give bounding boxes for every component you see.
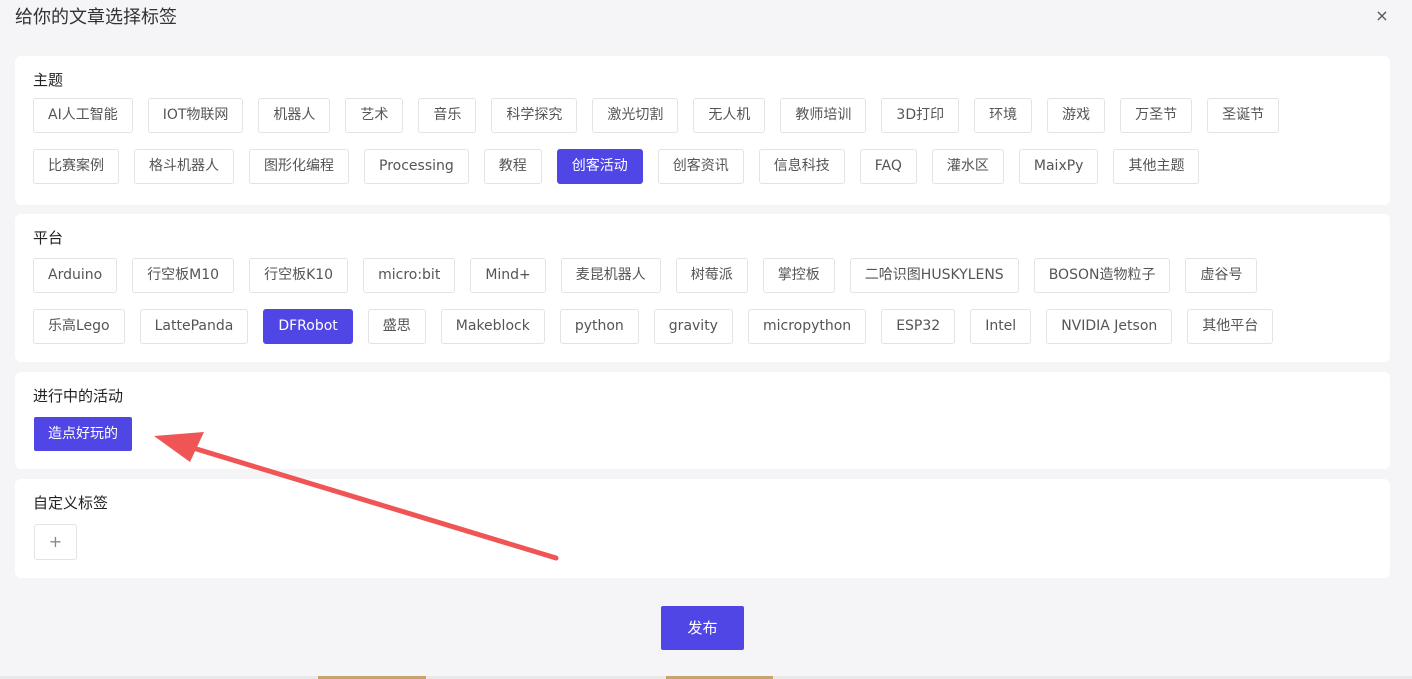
topics-tag[interactable]: 灌水区: [931, 149, 1004, 184]
topics-tag[interactable]: 比赛案例: [33, 149, 119, 184]
platforms-section: 平台 Arduino 行空板M10 行空板K10 micro:bit Mind+ 麦昆机器…: [15, 214, 1390, 362]
topics-tag[interactable]: 万圣节: [1120, 98, 1193, 133]
topics-tag[interactable]: FAQ: [859, 149, 917, 184]
custom-tags-section: 自定义标签 +: [15, 479, 1390, 578]
topics-tag[interactable]: 创客活动: [556, 149, 643, 184]
topics-tag[interactable]: 机器人: [258, 98, 331, 133]
platforms-tag[interactable]: 虚谷号: [1185, 258, 1258, 293]
add-tag-button[interactable]: +: [34, 524, 77, 560]
topics-tag[interactable]: 艺术: [345, 98, 404, 133]
activities-section: 进行中的活动 造点好玩的: [15, 372, 1390, 469]
close-icon[interactable]: ×: [1374, 8, 1390, 24]
topics-tag[interactable]: 信息科技: [758, 149, 845, 184]
topics-tag[interactable]: 格斗机器人: [134, 149, 234, 184]
platforms-tag[interactable]: Makeblock: [440, 309, 545, 344]
platforms-tag[interactable]: micropython: [747, 309, 867, 344]
platforms-tag[interactable]: 盛思: [367, 309, 426, 344]
topics-tag[interactable]: IOT物联网: [147, 98, 244, 133]
activity-tag-zaodian[interactable]: 造点好玩的: [34, 417, 132, 451]
platforms-tag[interactable]: NVIDIA Jetson: [1046, 309, 1173, 344]
topics-tag[interactable]: 音乐: [418, 98, 477, 133]
topics-tag[interactable]: 其他主题: [1113, 149, 1200, 184]
topics-tag[interactable]: 创客资讯: [657, 149, 744, 184]
platforms-tag[interactable]: 树莓派: [675, 258, 748, 293]
platforms-title: 平台: [33, 229, 64, 247]
topics-tag[interactable]: Processing: [364, 149, 469, 184]
topics-tag[interactable]: 教程: [483, 149, 542, 184]
platforms-tag[interactable]: 二哈识图HUSKYLENS: [849, 258, 1019, 293]
topics-tag[interactable]: 环境: [974, 98, 1033, 133]
topics-tag-list: AI人工智能 IOT物联网 机器人 艺术 音乐 科学探究 激光切割 无人机 教师培训 3D打印 环境…: [33, 98, 1390, 200]
platforms-tag-row: Arduino 行空板M10 行空板K10 micro:bit Mind+ 麦昆机器人 树莓…: [33, 258, 1390, 293]
platforms-tag[interactable]: Arduino: [33, 258, 118, 293]
platforms-tag[interactable]: Intel: [970, 309, 1032, 344]
platforms-tag[interactable]: 掌控板: [762, 258, 835, 293]
custom-tags-title: 自定义标签: [33, 494, 109, 512]
platforms-tag[interactable]: Mind+: [470, 258, 546, 293]
platforms-tag[interactable]: 行空板K10: [249, 258, 349, 293]
publish-button[interactable]: 发布: [661, 606, 744, 650]
platforms-tag[interactable]: ESP32: [881, 309, 956, 344]
platforms-tag-list: Arduino 行空板M10 行空板K10 micro:bit Mind+ 麦昆机器人 树莓…: [33, 258, 1390, 360]
topics-title: 主题: [33, 71, 64, 89]
platforms-tag[interactable]: DFRobot: [263, 309, 353, 344]
topics-tag[interactable]: 游戏: [1047, 98, 1106, 133]
platforms-tag-row: 乐高Lego LattePanda DFRobot 盛思 Makeblock python…: [33, 309, 1390, 344]
platforms-tag[interactable]: 其他平台: [1187, 309, 1274, 344]
tag-dialog: 给你的文章选择标签 × 主题 AI人工智能 IOT物联网 机器人 艺术 音乐 科学探究 激光…: [0, 0, 1412, 679]
topics-tag[interactable]: AI人工智能: [33, 98, 133, 133]
platforms-tag[interactable]: 乐高Lego: [33, 309, 125, 344]
platforms-tag[interactable]: LattePanda: [139, 309, 249, 344]
topics-tag[interactable]: 圣诞节: [1207, 98, 1280, 133]
topics-tag-row: AI人工智能 IOT物联网 机器人 艺术 音乐 科学探究 激光切割 无人机 教师培训 3D打印 环境…: [33, 98, 1390, 133]
platforms-tag[interactable]: 行空板M10: [132, 258, 235, 293]
topics-tag[interactable]: 图形化编程: [249, 149, 349, 184]
platforms-tag[interactable]: python: [559, 309, 639, 344]
platforms-tag[interactable]: gravity: [653, 309, 733, 344]
topics-tag[interactable]: MaixPy: [1018, 149, 1099, 184]
topics-section: 主题 AI人工智能 IOT物联网 机器人 艺术 音乐 科学探究 激光切割 无人机 教师培训 3D打…: [15, 56, 1390, 205]
topics-tag[interactable]: 激光切割: [592, 98, 679, 133]
platforms-tag[interactable]: 麦昆机器人: [560, 258, 661, 293]
topics-tag[interactable]: 无人机: [693, 98, 766, 133]
activities-title: 进行中的活动: [33, 387, 124, 405]
dialog-title: 给你的文章选择标签: [15, 7, 177, 28]
topics-tag[interactable]: 教师培训: [780, 98, 867, 133]
topics-tag[interactable]: 科学探究: [491, 98, 578, 133]
topics-tag[interactable]: 3D打印: [881, 98, 960, 133]
platforms-tag[interactable]: micro:bit: [363, 258, 456, 293]
topics-tag-row: 比赛案例 格斗机器人 图形化编程 Processing 教程 创客活动 创客资讯 信息科技 FA…: [33, 149, 1390, 184]
platforms-tag[interactable]: BOSON造物粒子: [1033, 258, 1171, 293]
